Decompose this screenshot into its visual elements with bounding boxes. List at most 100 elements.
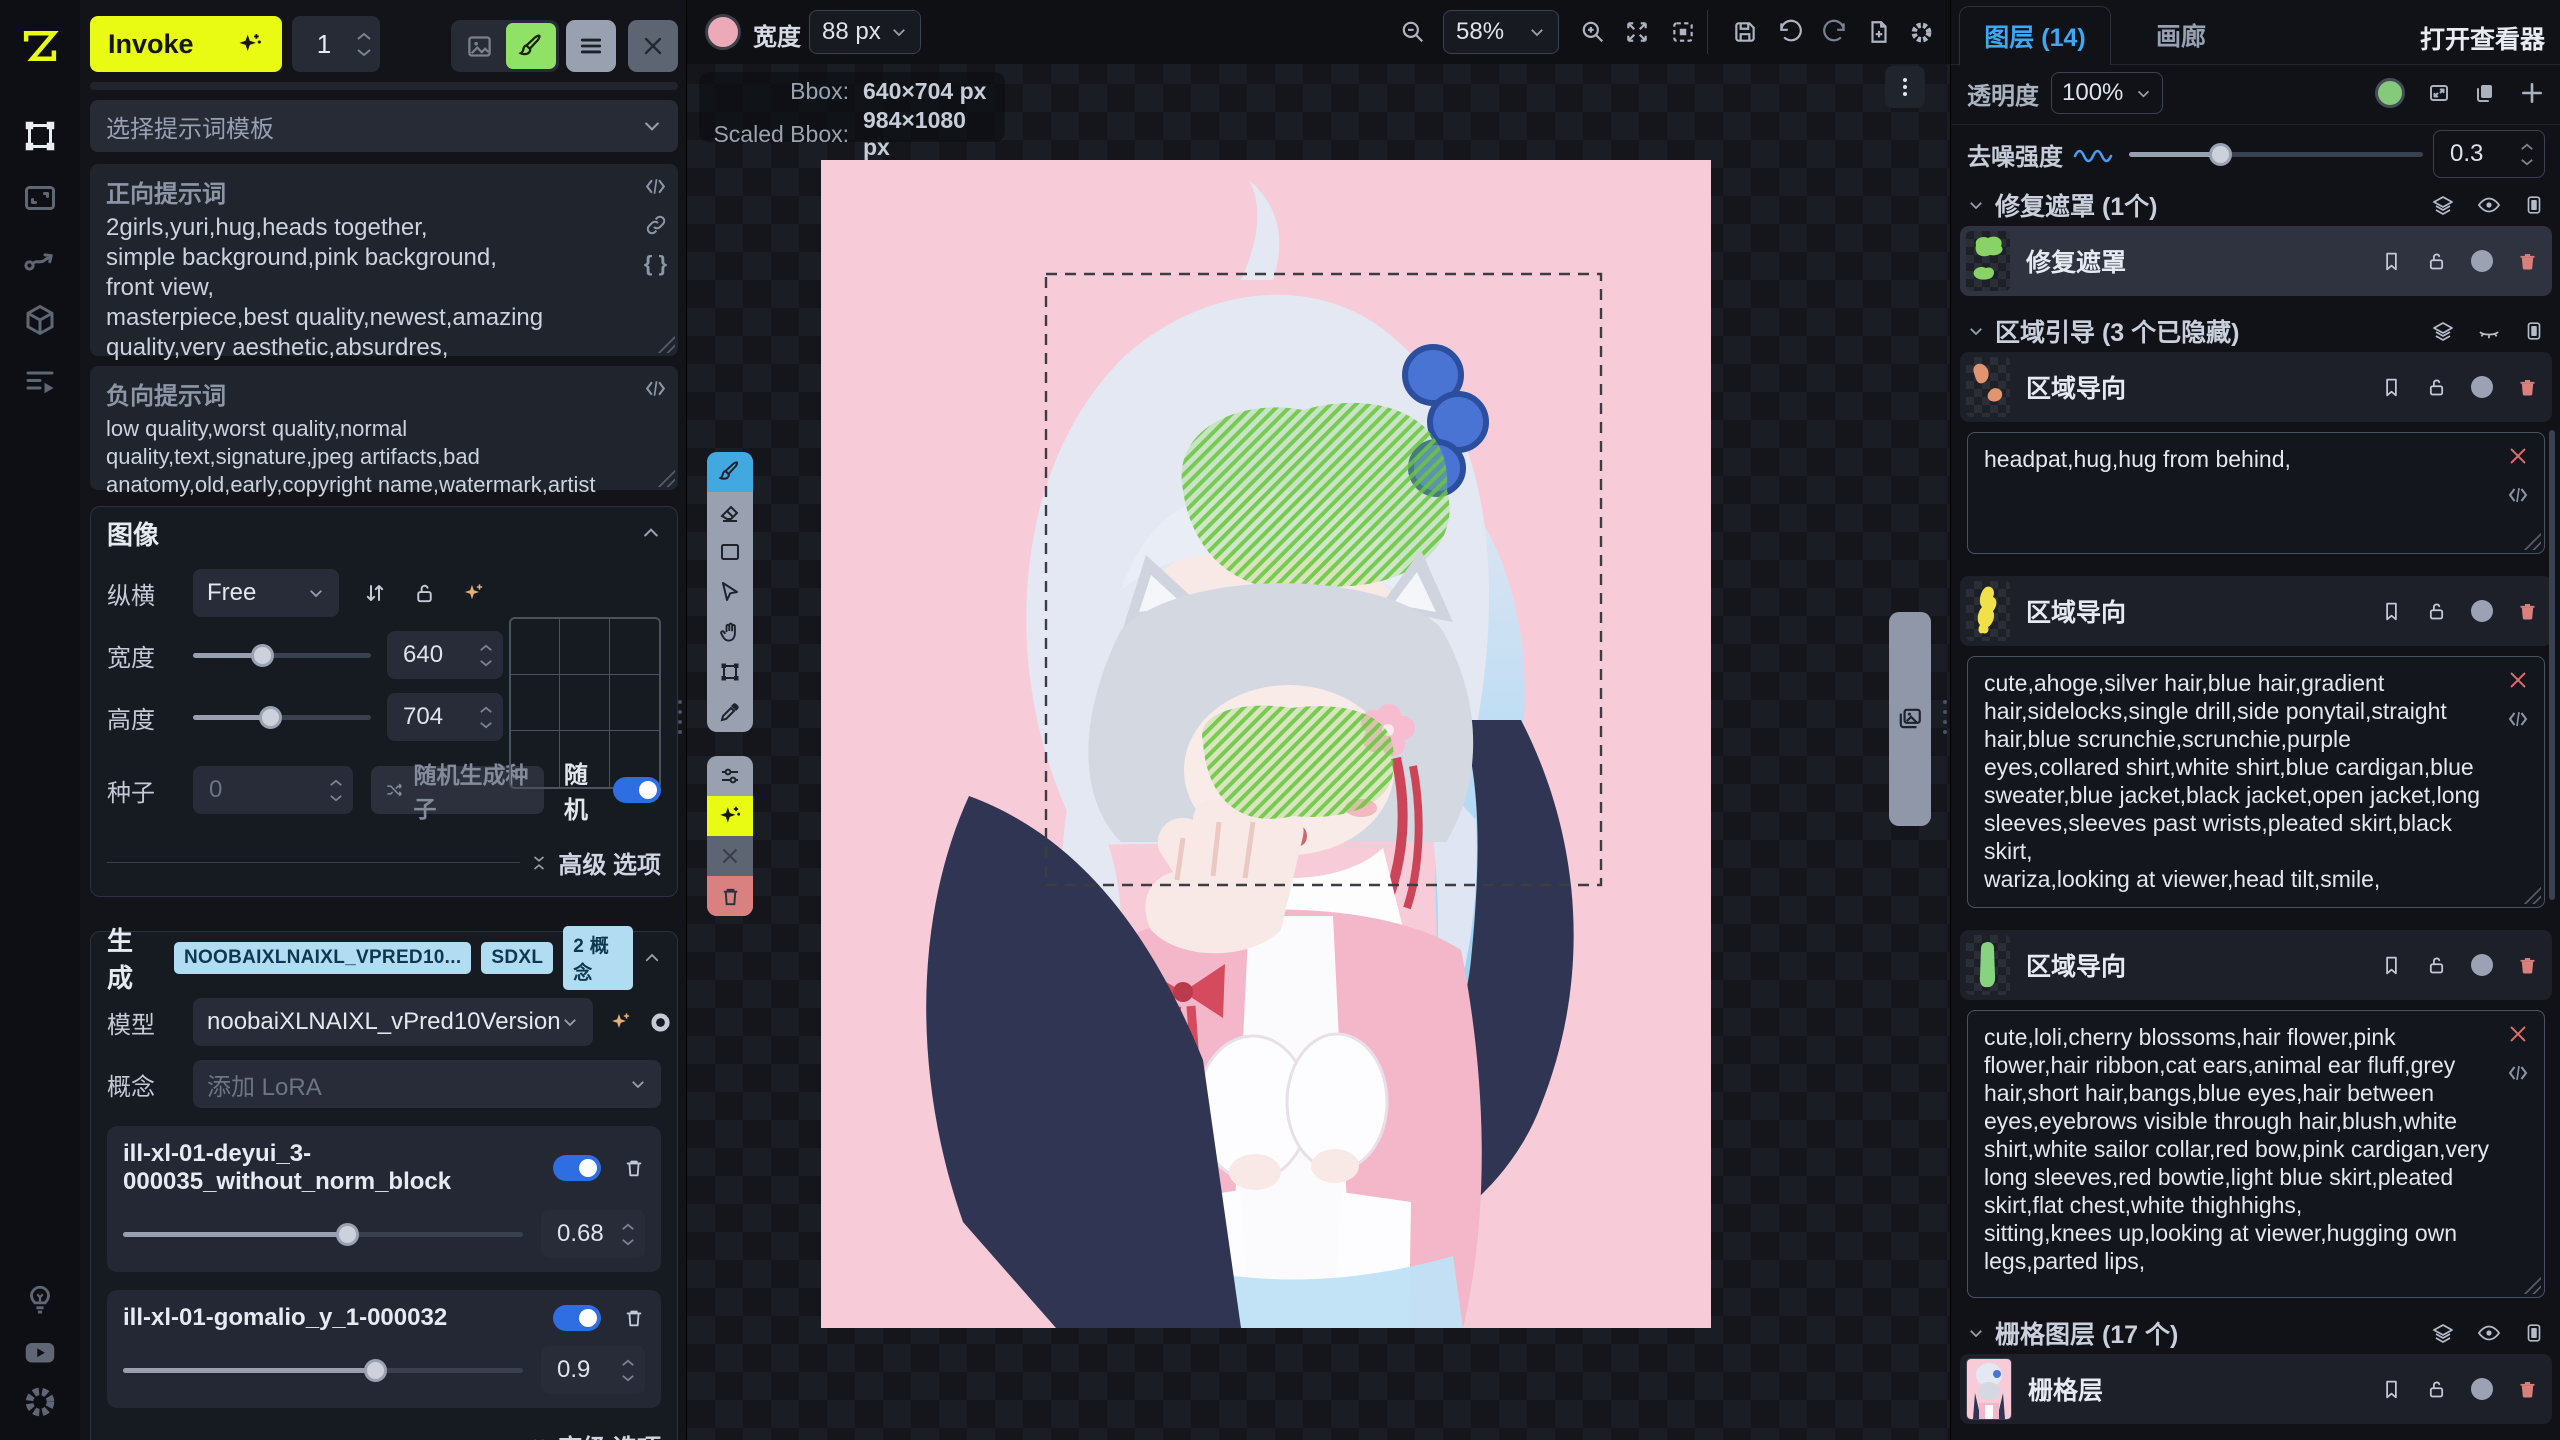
canvas-artwork[interactable] (821, 160, 1711, 1328)
layer-color-dot[interactable] (2471, 376, 2493, 398)
image-advanced-options[interactable]: 高级 选项 (107, 845, 661, 880)
lora-delete-button[interactable] (623, 1157, 645, 1179)
denoise-input[interactable]: 0.3 (2433, 130, 2545, 178)
textarea-resize-handle[interactable] (655, 333, 675, 353)
brush-width-select[interactable]: 88 px (809, 10, 921, 54)
layer-row-regional-3[interactable]: 区域导向 (1960, 930, 2552, 1000)
tool-eyedropper[interactable] (707, 692, 753, 732)
remove-prompt-icon[interactable] (2507, 1023, 2529, 1045)
layer-row-regional-2[interactable]: 区域导向 (1960, 576, 2552, 646)
gallery-panel-toggle[interactable] (1889, 612, 1931, 826)
duplicate-layer-button[interactable] (2473, 81, 2497, 105)
fit-layer-button[interactable] (2427, 81, 2451, 105)
delete-layer-button[interactable] (2517, 377, 2538, 398)
zoom-level-select[interactable]: 58% (1443, 10, 1559, 54)
bookmark-button[interactable] (2381, 601, 2402, 622)
open-viewer-link[interactable]: 打开查看器 (2420, 20, 2545, 56)
tool-adjustments[interactable] (707, 756, 753, 796)
lock-button[interactable] (2426, 1379, 2447, 1400)
regional-prompt-input[interactable]: cute,loli,cherry blossoms,hair flower,pi… (1984, 1023, 2492, 1287)
sidebar-item-queue[interactable] (0, 354, 80, 410)
add-lora-select[interactable]: 添加 LoRA (193, 1060, 661, 1108)
eye-icon[interactable] (2477, 193, 2501, 217)
lora-weight-steppers[interactable] (621, 1359, 635, 1382)
redo-button[interactable] (1815, 12, 1855, 52)
seed-steppers[interactable] (329, 779, 343, 802)
lock-aspect-button[interactable] (413, 582, 436, 605)
denoise-slider[interactable] (2129, 130, 2423, 178)
aspect-select[interactable]: Free (193, 569, 339, 617)
device-frame-icon[interactable] (2523, 319, 2545, 343)
fit-bbox-button[interactable] (1663, 12, 1703, 52)
panel-resize-handle[interactable] (1943, 700, 1947, 734)
image-panel-header[interactable]: 图像 (91, 507, 677, 559)
layer-color-dot[interactable] (2471, 954, 2493, 976)
invoke-button[interactable]: Invoke (90, 16, 282, 72)
tool-cancel[interactable] (707, 836, 753, 876)
model-select[interactable]: noobaiXLNAIXL_vPred10Version (193, 998, 593, 1046)
tool-invoke-generate[interactable] (707, 796, 753, 836)
optimize-size-button[interactable] (462, 581, 486, 605)
tool-eraser[interactable] (707, 492, 753, 532)
textarea-resize-handle[interactable] (2521, 884, 2541, 904)
tool-select[interactable] (707, 572, 753, 612)
prompt-template-select[interactable]: 选择提示词模板 (90, 100, 678, 152)
model-settings-button[interactable] (649, 1011, 672, 1034)
lora-enabled-toggle[interactable] (553, 1305, 601, 1331)
layers-icon[interactable] (2431, 1321, 2455, 1345)
lora-weight-steppers[interactable] (621, 1223, 635, 1246)
delete-layer-button[interactable] (2517, 955, 2538, 976)
batch-count-steppers[interactable] (356, 32, 372, 57)
close-panel-button[interactable] (628, 20, 678, 72)
layer-row-inpaint-mask[interactable]: 修复遮罩 (1960, 226, 2552, 296)
code-brackets-icon[interactable] (2506, 707, 2530, 731)
textarea-resize-handle[interactable] (2521, 1274, 2541, 1294)
delete-layer-button[interactable] (2517, 251, 2538, 272)
panel-resize-handle[interactable] (678, 700, 682, 734)
positive-prompt-input[interactable]: 2girls,yuri,hug,heads together, simple b… (106, 213, 630, 365)
layers-icon[interactable] (2431, 319, 2455, 343)
lock-button[interactable] (2426, 377, 2447, 398)
mask-color-swatch[interactable] (2375, 78, 2405, 108)
tool-delete[interactable] (707, 876, 753, 916)
canvas-mode-button[interactable] (506, 23, 556, 69)
height-input[interactable]: 704 (387, 693, 503, 741)
lora-weight-input[interactable]: 0.68 (541, 1210, 645, 1258)
sidebar-item-upscale[interactable] (0, 170, 80, 226)
denoise-steppers[interactable] (2520, 143, 2534, 166)
batch-count-input[interactable]: 1 (292, 16, 380, 72)
code-brackets-icon[interactable] (2506, 483, 2530, 507)
height-steppers[interactable] (479, 706, 493, 729)
eye-closed-icon[interactable] (2477, 319, 2501, 343)
layer-color-dot[interactable] (2471, 600, 2493, 622)
code-brackets-icon[interactable] (2506, 1061, 2530, 1085)
zoom-out-button[interactable] (1393, 12, 1433, 52)
inpaint-section-header[interactable]: 修复遮罩 (1个) (1951, 188, 2560, 222)
bookmark-button[interactable] (2381, 377, 2402, 398)
viewer-mode-button[interactable] (454, 23, 504, 69)
tool-brush[interactable] (707, 452, 753, 492)
lock-button[interactable] (2426, 955, 2447, 976)
code-brackets-icon[interactable] (643, 376, 668, 401)
lora-weight-input[interactable]: 0.9 (541, 1346, 645, 1394)
width-input[interactable]: 640 (387, 631, 503, 679)
canvas-menu-button[interactable] (566, 20, 616, 72)
zoom-in-button[interactable] (1573, 12, 1613, 52)
textarea-resize-handle[interactable] (655, 467, 675, 487)
generation-advanced-options[interactable]: 高级 选项 (107, 1428, 661, 1440)
regional-prompt-input[interactable]: headpat,hug,hug from behind, (1984, 445, 2492, 541)
device-frame-icon[interactable] (2523, 1321, 2545, 1345)
eye-icon[interactable] (2477, 1321, 2501, 1345)
raster-section-header[interactable]: 栅格图层 (17 个) (1951, 1316, 2560, 1350)
sidebar-item-settings[interactable] (0, 1374, 80, 1430)
sidebar-item-tips[interactable] (0, 1272, 80, 1328)
textarea-resize-handle[interactable] (2521, 530, 2541, 550)
lora-enabled-toggle[interactable] (553, 1155, 601, 1181)
remove-prompt-icon[interactable] (2507, 669, 2529, 691)
width-slider[interactable] (193, 631, 371, 679)
canvas-settings-button[interactable] (1901, 12, 1941, 52)
layers-icon[interactable] (2431, 193, 2455, 217)
link-icon[interactable] (644, 213, 668, 237)
canvas-more-menu-button[interactable] (1885, 66, 1925, 108)
sidebar-item-workflows[interactable] (0, 230, 80, 286)
